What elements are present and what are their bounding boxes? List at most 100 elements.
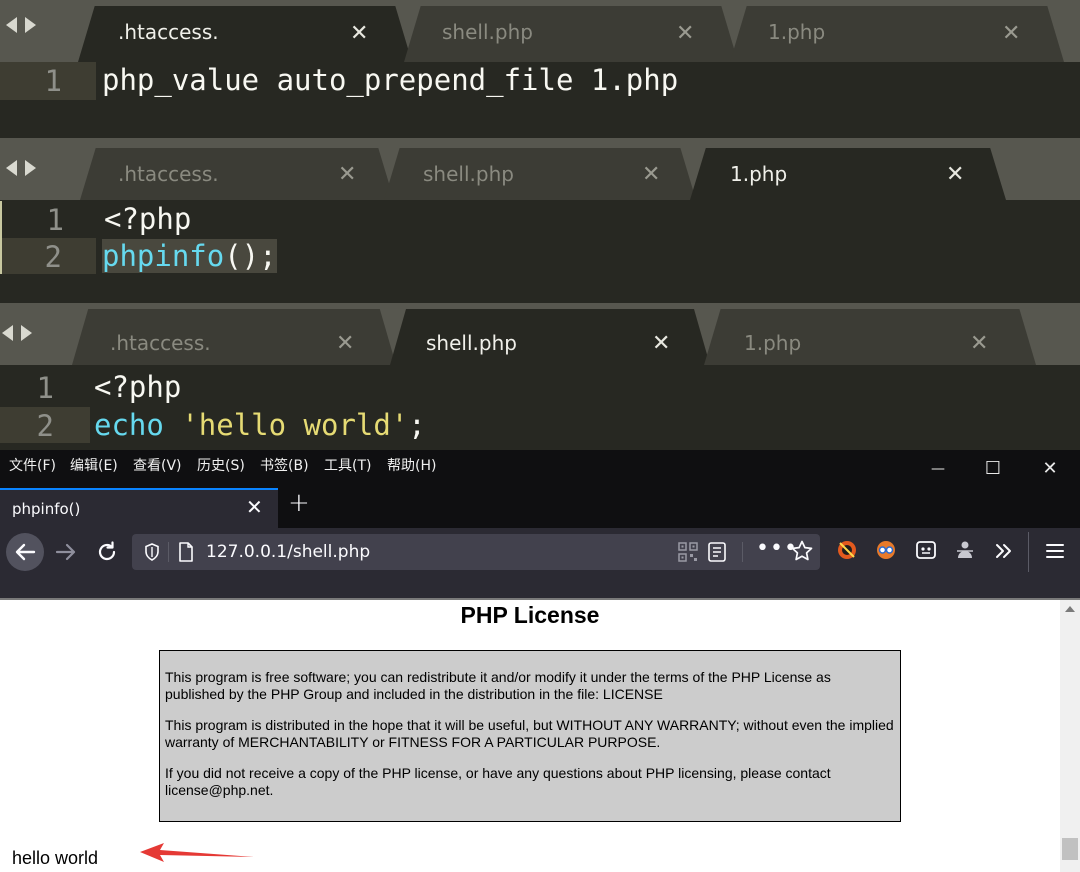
tab-scroll-arrows[interactable]: [2, 325, 32, 341]
menu-history[interactable]: 历史(S): [197, 455, 245, 475]
tab-shell-php[interactable]: shell.php ✕: [404, 6, 738, 62]
extension-icon-2[interactable]: [875, 539, 897, 565]
close-icon[interactable]: ✕: [946, 164, 964, 186]
toolbar-bottom-strip: [0, 574, 1080, 598]
page-scrollbar[interactable]: [1060, 600, 1080, 872]
tab-scroll-right-icon[interactable]: [25, 17, 36, 33]
code-line[interactable]: 1 <?php: [0, 201, 1080, 239]
keyword-echo: echo: [94, 408, 164, 442]
close-icon[interactable]: ✕: [1002, 23, 1020, 45]
page-icon: [176, 541, 196, 567]
tab-htaccess[interactable]: .htaccess. ✕: [72, 309, 396, 365]
tab-scroll-left-icon[interactable]: [6, 160, 17, 176]
back-icon[interactable]: [6, 533, 44, 571]
code-text: <?php: [94, 370, 182, 404]
code-line[interactable]: 2 phpinfo();: [0, 238, 1080, 276]
code-text: <?php: [104, 202, 192, 236]
browser-tab-phpinfo[interactable]: phpinfo() ✕: [0, 488, 278, 528]
tab-label: .htaccess.: [118, 20, 219, 44]
code-text: echo 'hello world';: [94, 408, 426, 442]
tab-scroll-arrows[interactable]: [6, 17, 36, 33]
line-number: 1: [44, 64, 62, 98]
maximize-button[interactable]: ☐: [973, 456, 1013, 482]
code-text: php_value auto_prepend_file 1.php: [102, 63, 679, 97]
code-punct: ;: [408, 408, 426, 442]
tab-scroll-right-icon[interactable]: [21, 325, 32, 341]
annotation-arrow-icon: [138, 842, 258, 870]
editor-tabbar: .htaccess. ✕ shell.php ✕ 1.php ✕: [0, 138, 1080, 200]
reader-icon[interactable]: [706, 541, 728, 567]
overflow-icon[interactable]: [993, 540, 1015, 566]
close-icon[interactable]: ✕: [970, 333, 988, 355]
close-icon[interactable]: ✕: [642, 164, 660, 186]
editor-tabbar: .htaccess. ✕ shell.php ✕ 1.php ✕: [0, 0, 1080, 62]
navigation-toolbar: 127.0.0.1/shell.php •••: [0, 528, 1080, 574]
close-tab-icon[interactable]: ✕: [246, 495, 263, 519]
editor-panel-1-php: .htaccess. ✕ shell.php ✕ 1.php ✕ 1 <?php…: [0, 138, 1080, 303]
menu-bookmarks[interactable]: 书签(B): [260, 455, 309, 475]
menu-edit[interactable]: 编辑(E): [70, 455, 118, 475]
close-icon[interactable]: ✕: [652, 333, 670, 355]
tab-1-php[interactable]: 1.php ✕: [730, 6, 1064, 62]
scrollbar-thumb[interactable]: [1062, 838, 1078, 860]
close-window-button[interactable]: ✕: [1030, 456, 1070, 482]
extension-icon-1[interactable]: [836, 539, 858, 565]
new-tab-button[interactable]: +: [288, 488, 310, 518]
line-number: 1: [46, 203, 64, 237]
tab-htaccess[interactable]: .htaccess. ✕: [80, 148, 394, 200]
menu-file[interactable]: 文件(F): [9, 455, 56, 475]
editor-panel-shell-php: .htaccess. ✕ shell.php ✕ 1.php ✕ 1 <?php…: [0, 303, 1080, 450]
tab-label: shell.php: [426, 331, 517, 355]
menu-tools[interactable]: 工具(T): [324, 455, 371, 475]
toolbar-divider: [742, 542, 743, 562]
tab-label: shell.php: [423, 162, 514, 186]
extension-icon-4[interactable]: [954, 539, 976, 565]
code-text: phpinfo();: [102, 239, 277, 273]
shield-icon[interactable]: [142, 542, 162, 566]
script-output-text: hello world: [12, 848, 99, 868]
menu-bar: 文件(F) 编辑(E) 查看(V) 历史(S) 书签(B) 工具(T) 帮助(H…: [0, 450, 1080, 486]
close-icon[interactable]: ✕: [350, 23, 368, 45]
page-heading: PHP License: [460, 602, 600, 628]
page-content: PHP License This program is free softwar…: [0, 598, 1080, 872]
tab-label: 1.php: [768, 20, 826, 44]
menu-view[interactable]: 查看(V): [133, 455, 182, 475]
forward-icon[interactable]: [52, 538, 80, 570]
license-paragraph: This program is distributed in the hope …: [165, 717, 894, 750]
url-text[interactable]: 127.0.0.1/shell.php: [206, 542, 370, 562]
star-icon[interactable]: [790, 539, 814, 567]
menu-icon[interactable]: [1044, 540, 1066, 566]
url-bar[interactable]: 127.0.0.1/shell.php: [132, 534, 820, 570]
urlbar-divider: [168, 542, 169, 562]
tab-scroll-left-icon[interactable]: [2, 325, 13, 341]
extension-icon-3[interactable]: [915, 539, 937, 565]
scroll-up-icon[interactable]: [1065, 606, 1075, 612]
license-paragraph: If you did not receive a copy of the PHP…: [165, 765, 831, 798]
tab-scroll-arrows[interactable]: [6, 160, 36, 176]
license-box: This program is free software; you can r…: [159, 650, 901, 822]
tab-htaccess[interactable]: .htaccess. ✕: [78, 6, 412, 62]
tab-shell-php[interactable]: shell.php ✕: [384, 148, 696, 200]
tab-scroll-left-icon[interactable]: [6, 17, 17, 33]
code-line[interactable]: 1 php_value auto_prepend_file 1.php: [0, 62, 1080, 102]
tab-scroll-right-icon[interactable]: [25, 160, 36, 176]
minimize-button[interactable]: —: [918, 456, 958, 482]
tab-label: .htaccess.: [110, 331, 211, 355]
code-line[interactable]: 2 echo 'hello world';: [0, 407, 1080, 445]
reload-icon[interactable]: [93, 538, 121, 570]
menu-help[interactable]: 帮助(H): [387, 455, 436, 475]
tab-1-php[interactable]: 1.php ✕: [704, 309, 1036, 365]
close-icon[interactable]: ✕: [336, 333, 354, 355]
close-icon[interactable]: ✕: [338, 164, 356, 186]
editor-panel-htaccess: .htaccess. ✕ shell.php ✕ 1.php ✕ 1 php_v…: [0, 0, 1080, 138]
qr-icon[interactable]: [678, 542, 698, 566]
tab-1-php[interactable]: 1.php ✕: [690, 148, 1006, 200]
browser-tab-title: phpinfo(): [12, 500, 81, 518]
firefox-window: 文件(F) 编辑(E) 查看(V) 历史(S) 书签(B) 工具(T) 帮助(H…: [0, 450, 1080, 872]
tab-label: 1.php: [744, 331, 802, 355]
tab-shell-php[interactable]: shell.php ✕: [390, 309, 710, 365]
code-line[interactable]: 1 <?php: [0, 369, 1080, 407]
license-paragraph: This program is free software; you can r…: [165, 669, 831, 702]
close-icon[interactable]: ✕: [676, 23, 694, 45]
tab-label: .htaccess.: [118, 162, 219, 186]
